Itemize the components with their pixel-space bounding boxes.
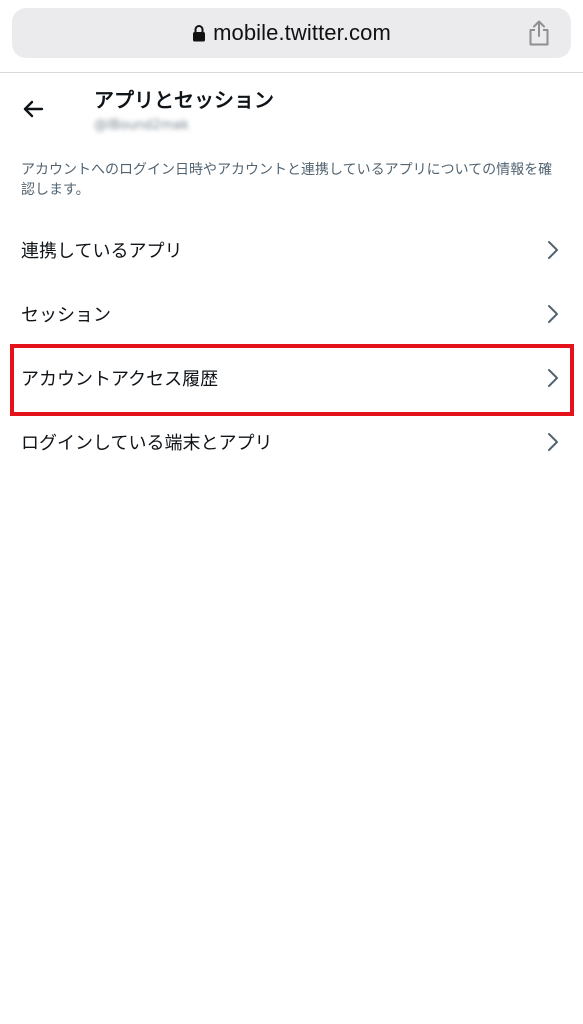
menu-item-label: アカウントアクセス履歴	[21, 369, 219, 390]
menu-item-label: ログインしている端末とアプリ	[21, 433, 273, 454]
menu-item-logged-in-devices[interactable]: ログインしている端末とアプリ	[0, 410, 583, 474]
page-description: アカウントへのログイン日時やアカウントと連携しているアプリについての情報を確認し…	[21, 162, 553, 198]
chevron-right-icon	[548, 369, 558, 387]
chevron-right-icon	[548, 305, 558, 323]
menu-item-account-access-history[interactable]: アカウントアクセス履歴	[0, 346, 583, 410]
account-handle: @IBound2mak	[94, 118, 189, 133]
url-text: mobile.twitter.com	[213, 20, 391, 45]
address-content: mobile.twitter.com	[12, 8, 571, 58]
page-title: アプリとセッション	[94, 88, 274, 112]
address-bar[interactable]: mobile.twitter.com	[12, 8, 571, 58]
settings-menu: 連携しているアプリ セッション アカウントアクセス履歴 ログインしている端末とア…	[0, 218, 583, 474]
menu-item-connected-apps[interactable]: 連携しているアプリ	[0, 218, 583, 282]
chevron-right-icon	[548, 433, 558, 451]
menu-item-label: 連携しているアプリ	[21, 241, 183, 262]
page-header: アプリとセッション @IBound2mak	[0, 74, 583, 144]
chevron-right-icon	[548, 241, 558, 259]
menu-item-label: セッション	[21, 305, 111, 326]
back-arrow-icon[interactable]	[20, 96, 46, 122]
lock-icon	[193, 25, 206, 42]
share-icon[interactable]	[527, 20, 551, 46]
menu-item-sessions[interactable]: セッション	[0, 282, 583, 346]
browser-toolbar: mobile.twitter.com	[0, 0, 583, 73]
